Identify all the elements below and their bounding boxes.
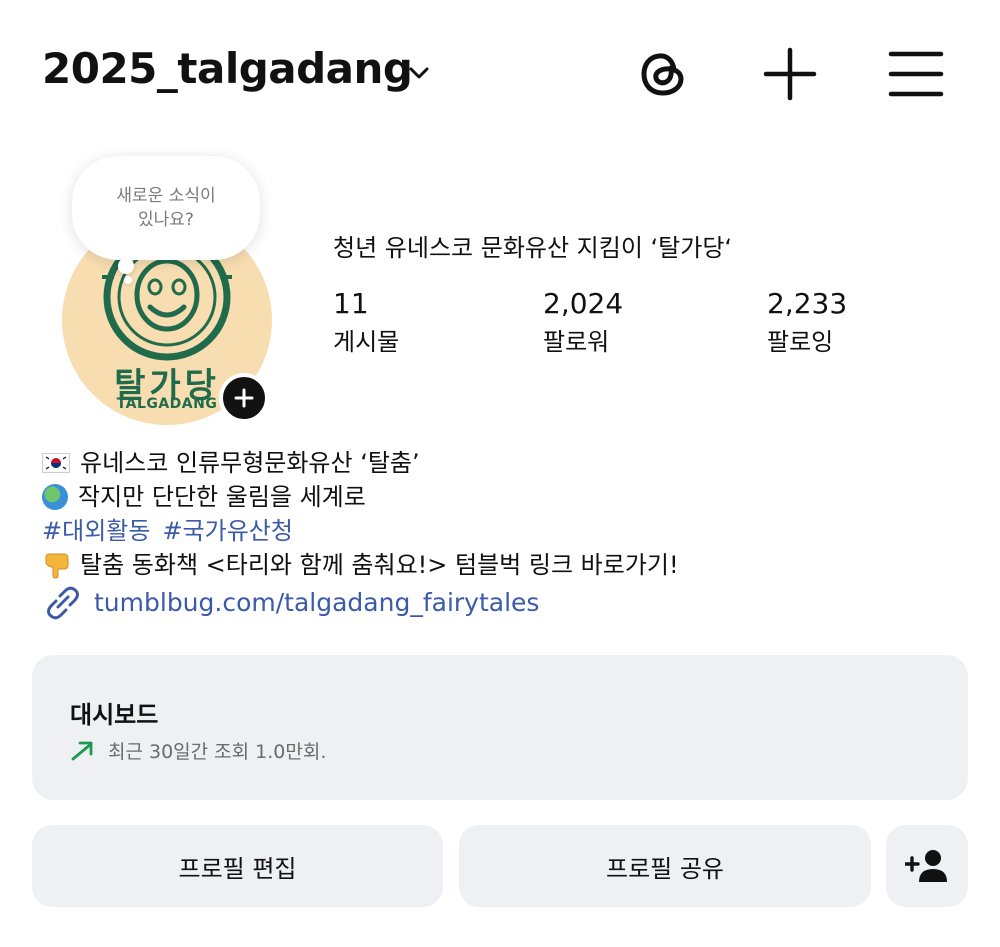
dashboard-title: 대시보드 (70, 701, 159, 729)
plus-icon[interactable] (760, 44, 820, 104)
menu-icon[interactable] (886, 44, 946, 104)
following-stat[interactable]: 2,233 팔로잉 (767, 286, 847, 362)
edit-profile-button[interactable]: 프로필 편집 (32, 825, 443, 907)
bio-line: 탈춤 동화책 <타리와 함께 춤춰요!> 텀블벅 링크 바로가기! (42, 548, 679, 582)
add-story-button[interactable] (219, 373, 269, 423)
bio-line-1: 유네스코 인류무형문화유산 ‘탈춤’ (80, 449, 420, 477)
threads-icon[interactable] (634, 44, 694, 104)
posts-stat[interactable]: 11 게시물 (333, 286, 399, 362)
bio-link-row[interactable]: tumblbug.com/talgadang_fairytales (42, 586, 679, 620)
share-profile-button[interactable]: 프로필 공유 (459, 825, 871, 907)
hashtag-link[interactable]: #대외활동 (42, 514, 150, 548)
note-tail-dot (118, 258, 134, 274)
bio-hashtags: #대외활동 #국가유산청 (42, 514, 679, 548)
dashboard-card[interactable]: 대시보드 최근 30일간 조회 1.0만회. (32, 655, 968, 800)
bio-link[interactable]: tumblbug.com/talgadang_fairytales (94, 586, 539, 620)
note-line-2: 있나요? (138, 210, 194, 230)
dashboard-subtitle: 최근 30일간 조회 1.0만회. (108, 741, 327, 763)
share-profile-label: 프로필 공유 (605, 854, 725, 883)
bio-line-4: 탈춤 동화책 <타리와 함께 춤춰요!> 텀블벅 링크 바로가기! (80, 551, 679, 579)
bio-line: 작지만 단단한 울림을 세계로 (42, 480, 679, 514)
followers-count: 2,024 (543, 287, 624, 320)
note-line-1: 새로운 소식이 (116, 186, 216, 206)
link-icon (47, 586, 79, 620)
pointing-down-icon (45, 553, 69, 579)
posts-count: 11 (333, 287, 369, 320)
profile-header: 2025_talgadang (0, 0, 1000, 150)
chevron-down-icon[interactable] (404, 58, 434, 88)
followers-stat[interactable]: 2,024 팔로워 (543, 286, 623, 362)
edit-profile-label: 프로필 편집 (178, 854, 297, 883)
add-person-icon (905, 850, 947, 882)
plus-icon (234, 388, 254, 408)
globe-icon (42, 484, 68, 510)
korea-flag-icon (42, 453, 70, 473)
profile-bio: 유네스코 인류무형문화유산 ‘탈춤’ 작지만 단단한 울림을 세계로 #대외활동… (42, 446, 679, 620)
add-user-button[interactable] (886, 825, 968, 907)
following-count: 2,233 (767, 287, 848, 320)
posts-label: 게시물 (333, 328, 400, 356)
note-bubble[interactable]: 새로운 소식이 있나요? (72, 156, 260, 260)
following-label: 팔로잉 (767, 328, 834, 356)
profile-full-name: 청년 유네스코 문화유산 지킴이 ‘탈가당‘ (333, 234, 733, 262)
followers-label: 팔로워 (543, 328, 610, 356)
bio-line-2: 작지만 단단한 울림을 세계로 (78, 483, 366, 511)
dashboard-subtitle-row: 최근 30일간 조회 1.0만회. (70, 737, 326, 764)
username[interactable]: 2025_talgadang (42, 44, 413, 93)
bio-line: 유네스코 인류무형문화유산 ‘탈춤’ (42, 446, 679, 480)
trend-up-icon (71, 741, 93, 760)
note-tail-dot-small (124, 276, 132, 284)
hashtag-link[interactable]: #국가유산청 (162, 514, 293, 548)
